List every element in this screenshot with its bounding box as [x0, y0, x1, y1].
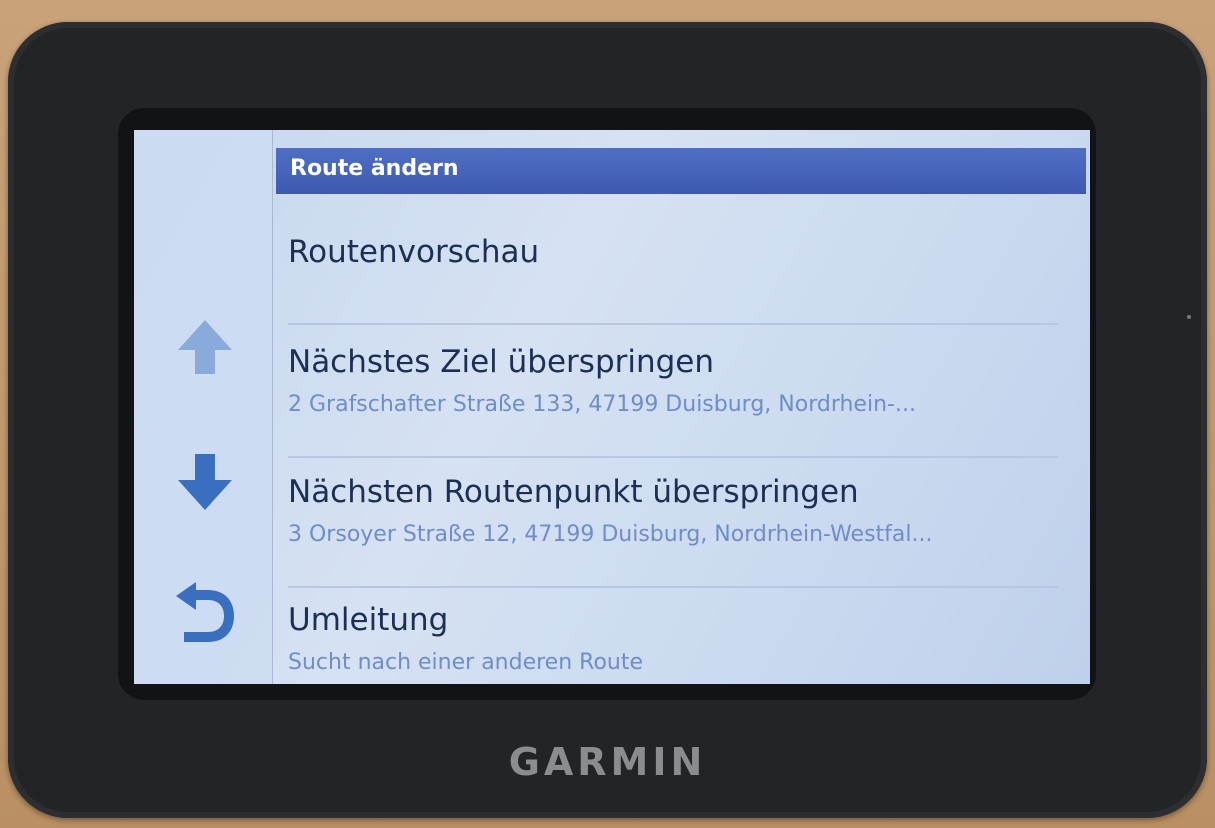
brand-logo: GARMIN: [508, 740, 707, 784]
sidebar: [134, 130, 273, 684]
menu-item-label: Nächsten Routenpunkt überspringen: [288, 474, 859, 510]
title-bar: Route ändern: [276, 148, 1086, 194]
menu-item-routenvorschau[interactable]: Routenvorschau: [276, 194, 1046, 322]
scroll-down-button[interactable]: [168, 444, 242, 518]
touch-screen: Route ändern Routenvorschau Nächstes Zie…: [134, 130, 1090, 684]
menu-item-sublabel: Sucht nach einer anderen Route: [288, 650, 644, 675]
arrow-up-icon: [178, 320, 232, 374]
page-title: Route ändern: [290, 156, 459, 181]
back-button[interactable]: [168, 576, 242, 650]
scrollbar[interactable]: [1074, 194, 1088, 684]
scroll-up-button[interactable]: [168, 310, 242, 384]
menu-item-label: Umleitung: [288, 602, 449, 638]
menu-item-skip-destination[interactable]: Nächstes Ziel überspringen 2 Grafschafte…: [276, 322, 1046, 452]
menu-item-sublabel: 3 Orsoyer Straße 12, 47199 Duisburg, Nor…: [288, 522, 933, 547]
light-sensor: [1187, 315, 1191, 319]
back-icon: [176, 582, 234, 642]
menu-item-skip-waypoint[interactable]: Nächsten Routenpunkt überspringen 3 Orso…: [276, 452, 1046, 582]
menu-item-label: Routenvorschau: [288, 234, 540, 270]
arrow-down-icon: [178, 454, 232, 510]
menu-item-label: Nächstes Ziel überspringen: [288, 344, 715, 380]
menu-item-sublabel: 2 Grafschafter Straße 133, 47199 Duisbur…: [288, 392, 916, 417]
menu-item-detour[interactable]: Umleitung Sucht nach einer anderen Route: [276, 582, 1046, 682]
route-menu: Routenvorschau Nächstes Ziel überspringe…: [276, 194, 1090, 682]
